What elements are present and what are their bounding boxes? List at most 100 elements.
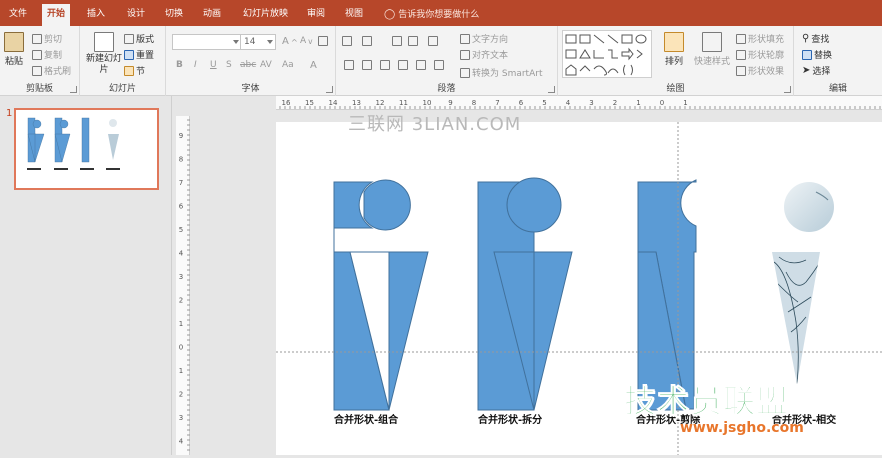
find-button[interactable]: ⚲ 查找 [802, 32, 829, 45]
new-slide-icon [94, 32, 114, 52]
shape-outline-button[interactable]: 形状轮廓 [736, 48, 784, 61]
font-size-combo[interactable]: 14 [240, 34, 276, 50]
grow-font-button[interactable]: A ^ [282, 36, 298, 47]
smartart-button[interactable]: 转换为 SmartArt [460, 66, 542, 79]
tab-design[interactable]: 设计 [122, 4, 150, 26]
shadow-button[interactable]: S [226, 60, 232, 70]
clipboard-launcher-icon[interactable] [70, 86, 77, 93]
tab-animations[interactable]: 动画 [198, 4, 226, 26]
justify-button[interactable] [398, 60, 408, 70]
ruler-label: 0 [660, 99, 664, 107]
bold-button[interactable]: B [176, 60, 183, 70]
figure-subtract [637, 179, 697, 411]
font-group-label: 字体 [241, 84, 260, 94]
section-button[interactable]: 节 [124, 64, 145, 77]
paste-button[interactable]: 粘贴 [4, 32, 24, 67]
reset-icon [124, 49, 134, 60]
clear-format-button[interactable] [318, 36, 328, 46]
font-launcher-icon[interactable] [326, 86, 333, 93]
tab-file[interactable]: 文件 [4, 4, 32, 26]
tab-home[interactable]: 开始 [42, 4, 71, 26]
font-color-button[interactable]: A [310, 60, 317, 71]
tab-transitions[interactable]: 切换 [160, 4, 188, 26]
text-direction-icon [460, 33, 470, 44]
figure-fragment [477, 177, 573, 411]
change-case-button[interactable]: Aa [282, 60, 294, 70]
smartart-icon [460, 67, 470, 78]
tell-me-search[interactable]: ◯ 告诉我你想要做什么 [384, 5, 479, 25]
columns-button[interactable] [434, 60, 444, 70]
text-direction-button[interactable]: 文字方向 [460, 32, 508, 45]
replace-icon [802, 49, 812, 60]
layout-button[interactable]: 版式 [124, 32, 154, 45]
paragraph-group: 文字方向 对齐文本 转换为 SmartArt 段落 [336, 26, 558, 96]
ruler-label: 2 [179, 391, 183, 399]
clipboard-group-label: 剪贴板 [25, 84, 53, 94]
ruler-label: 4 [566, 99, 571, 107]
tab-insert[interactable]: 插入 [82, 4, 110, 26]
paste-icon [4, 32, 24, 52]
ruler-label: 9 [448, 99, 452, 107]
reset-button[interactable]: 重置 [124, 48, 154, 61]
tab-view[interactable]: 视图 [340, 4, 368, 26]
underline-button[interactable]: U [210, 60, 217, 70]
align-left-button[interactable] [344, 60, 354, 70]
strikethrough-button[interactable]: abc [240, 60, 256, 70]
site-logo: 技术员联盟 www.jsgho.com [623, 384, 803, 437]
shapes-gallery[interactable] [562, 30, 652, 78]
chevron-down-icon [233, 40, 239, 44]
shape-fill-button[interactable]: 形状填充 [736, 32, 784, 45]
arrange-button[interactable]: 排列 [664, 32, 684, 67]
distributed-button[interactable] [416, 60, 426, 70]
bullets-button[interactable] [342, 36, 352, 46]
clipboard-group: 粘贴 剪切 复制 格式刷 剪贴板 [0, 26, 80, 96]
font-group: 14 A ^ Av B I U S abc AV Aa A 字体 [166, 26, 336, 96]
ruler-label: 2 [179, 297, 183, 305]
char-spacing-button[interactable]: AV [260, 60, 272, 70]
quick-styles-button[interactable]: 快速样式 [694, 32, 730, 67]
pencil-icon [736, 49, 746, 60]
tab-review[interactable]: 审阅 [302, 4, 330, 26]
effects-icon [736, 65, 746, 76]
drawing-group-label: 绘图 [666, 84, 685, 94]
replace-button[interactable]: 替换 [802, 48, 832, 61]
align-right-button[interactable] [380, 60, 390, 70]
font-family-combo[interactable] [172, 34, 242, 50]
shape-effects-button[interactable]: 形状效果 [736, 64, 784, 77]
ruler-label: 1 [179, 320, 183, 328]
decrease-indent-button[interactable] [392, 36, 402, 46]
tab-slideshow[interactable]: 幻灯片放映 [238, 4, 293, 26]
ruler-label: 12 [376, 99, 385, 107]
select-button[interactable]: ➤ 选择 [802, 64, 830, 77]
numbering-button[interactable] [362, 36, 372, 46]
watermark: 三联网 3LIAN.COM [348, 114, 522, 135]
ruler-label: 0 [179, 344, 183, 352]
ribbon-tab-bar: 文件 开始 插入 设计 切换 动画 幻灯片放映 审阅 视图 ◯ 告诉我你想要做什… [0, 0, 882, 26]
line-spacing-button[interactable] [428, 36, 438, 46]
editing-group-label: 编辑 [828, 84, 847, 94]
paragraph-launcher-icon[interactable] [548, 86, 555, 93]
brush-icon [32, 65, 42, 76]
ruler-label: 7 [179, 179, 183, 187]
format-painter-button[interactable]: 格式刷 [32, 64, 71, 77]
ruler-label: 6 [519, 99, 524, 107]
slide-thumbnail-preview [27, 117, 120, 170]
align-text-button[interactable]: 对齐文本 [460, 48, 508, 61]
align-center-button[interactable] [362, 60, 372, 70]
ruler-label: 16 [282, 99, 291, 107]
drawing-launcher-icon[interactable] [784, 86, 791, 93]
copy-button[interactable]: 复制 [32, 48, 62, 61]
cut-button[interactable]: 剪切 [32, 32, 62, 45]
increase-indent-button[interactable] [408, 36, 418, 46]
italic-button[interactable]: I [194, 60, 197, 70]
bullets-icon [342, 36, 352, 46]
figure-union [333, 178, 429, 411]
section-icon [124, 65, 134, 76]
slide-editor[interactable]: 合并形状-组合 合并形状-拆分 合并形状-剪除 合并形状-相交 [276, 122, 882, 455]
new-slide-button[interactable]: 新建幻灯片 [86, 32, 122, 76]
shrink-font-button[interactable]: Av [300, 36, 313, 46]
outdent-icon [392, 36, 402, 46]
slide-thumbnail[interactable] [14, 108, 159, 190]
ruler-label: 8 [179, 156, 183, 164]
ruler-label: 15 [305, 99, 314, 107]
